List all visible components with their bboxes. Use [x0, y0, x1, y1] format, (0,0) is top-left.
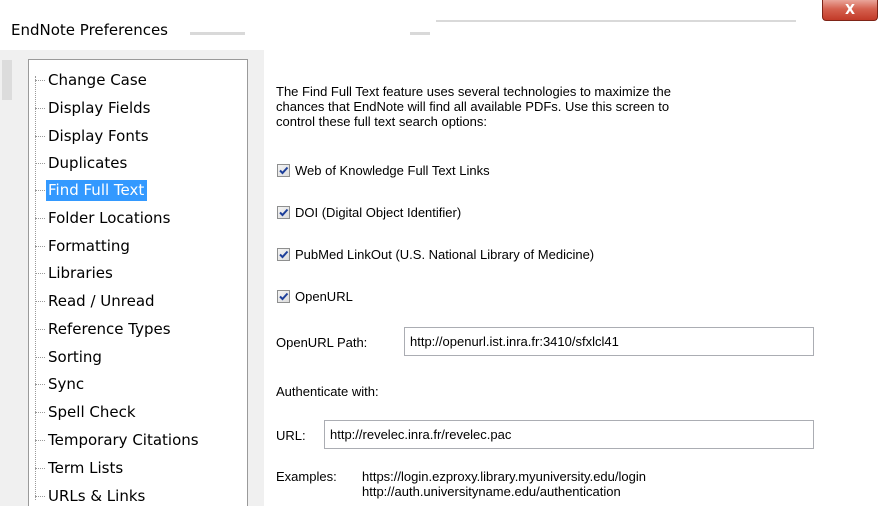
tree-branch-line [35, 496, 45, 497]
sidebar-item-label: Spell Check [48, 403, 136, 421]
authentication-url-input[interactable]: http://revelec.inra.fr/revelec.pac [324, 420, 814, 449]
background-artifact [2, 60, 12, 100]
checkbox-checked-icon[interactable] [277, 247, 290, 261]
tree-branch-line [35, 301, 45, 302]
checkbox-checked-icon[interactable] [277, 289, 290, 303]
tree-branch-line [35, 357, 45, 358]
example-url: https://login.ezproxy.library.myuniversi… [362, 469, 646, 484]
checkbox-checked-icon[interactable] [277, 205, 290, 219]
sidebar-item-read-unread[interactable]: Read / Unread [35, 291, 245, 312]
examples-list: https://login.ezproxy.library.myuniversi… [362, 469, 646, 499]
sidebar-item-urls-links[interactable]: URLs & Links [35, 486, 245, 506]
sidebar-item-label: Display Fonts [48, 127, 149, 145]
sidebar-item-label: Temporary Citations [48, 431, 199, 449]
tree-branch-line [35, 329, 45, 330]
web-of-knowledge-checkbox[interactable]: Web of Knowledge Full Text Links [277, 162, 490, 178]
sidebar-item-label: Sync [48, 375, 85, 393]
openurl-path-input[interactable]: http://openurl.ist.inra.fr:3410/sfxlcl41 [404, 327, 814, 356]
tree-branch-line [35, 412, 45, 413]
tree-branch-line [35, 163, 45, 164]
background-artifact [190, 32, 245, 35]
sidebar-item-duplicates[interactable]: Duplicates [35, 153, 245, 174]
doi-checkbox[interactable]: DOI (Digital Object Identifier) [277, 204, 461, 220]
tree-branch-line [35, 384, 45, 385]
background-artifact [436, 20, 796, 22]
examples-label: Examples: [276, 469, 337, 484]
sidebar-item-label: Duplicates [48, 154, 128, 172]
checkbox-label: Web of Knowledge Full Text Links [295, 162, 490, 178]
sidebar-item-label: Folder Locations [48, 209, 171, 227]
sidebar-item-label: Display Fields [48, 99, 151, 117]
close-icon: X [844, 2, 856, 18]
sidebar-item-change-case[interactable]: Change Case [35, 70, 245, 91]
checkbox-checked-icon[interactable] [277, 163, 290, 177]
window-frame-left [0, 50, 28, 506]
tree-branch-line [35, 108, 45, 109]
description-line: control these full text search options: [276, 114, 488, 129]
sidebar-item-spell-check[interactable]: Spell Check [35, 402, 245, 423]
sidebar-item-label: URLs & Links [48, 487, 146, 505]
pane-divider [248, 50, 264, 506]
openurl-path-label: OpenURL Path: [276, 335, 368, 350]
sidebar-item-formatting[interactable]: Formatting [35, 236, 245, 257]
tree-branch-line [35, 136, 45, 137]
sidebar-item-label: Reference Types [48, 320, 171, 338]
feature-description: The Find Full Text feature uses several … [276, 84, 786, 129]
tree-branch-line [35, 218, 45, 219]
background-artifact [410, 32, 430, 35]
tree-branch-line [35, 80, 45, 81]
sidebar-item-temporary-citations[interactable]: Temporary Citations [35, 430, 245, 451]
tree-branch-line [35, 190, 45, 191]
sidebar-item-find-full-text[interactable]: Find Full Text [35, 180, 245, 201]
sidebar-item-label: Change Case [48, 71, 147, 89]
url-label: URL: [276, 428, 306, 443]
close-button[interactable]: X [822, 0, 878, 21]
sidebar-item-sorting[interactable]: Sorting [35, 347, 245, 368]
tree-branch-line [35, 440, 45, 441]
sidebar-item-label: Sorting [48, 348, 102, 366]
sidebar-item-libraries[interactable]: Libraries [35, 263, 245, 284]
sidebar-item-label: Find Full Text [46, 180, 148, 201]
openurl-checkbox[interactable]: OpenURL [277, 288, 353, 304]
checkbox-label: PubMed LinkOut (U.S. National Library of… [295, 246, 595, 262]
description-line: The Find Full Text feature uses several … [276, 84, 672, 99]
window-title: EndNote Preferences [11, 21, 169, 39]
sidebar-item-label: Read / Unread [48, 292, 155, 310]
checkbox-label: OpenURL [295, 288, 353, 304]
sidebar-item-label: Formatting [48, 237, 130, 255]
sidebar-item-reference-types[interactable]: Reference Types [35, 319, 245, 340]
tree-branch-line [35, 246, 45, 247]
title-bar: EndNote Preferences [0, 0, 889, 50]
preferences-category-tree[interactable]: Change Case Display Fields Display Fonts Du… [28, 59, 248, 506]
checkbox-label: DOI (Digital Object Identifier) [295, 204, 462, 220]
sidebar-item-folder-locations[interactable]: Folder Locations [35, 208, 245, 229]
sidebar-item-label: Term Lists [48, 459, 124, 477]
tree-branch-line [35, 273, 45, 274]
description-line: chances that EndNote will find all avail… [276, 99, 670, 114]
pubmed-linkout-checkbox[interactable]: PubMed LinkOut (U.S. National Library of… [277, 246, 594, 262]
authenticate-with-label: Authenticate with: [276, 384, 379, 399]
sidebar-item-display-fonts[interactable]: Display Fonts [35, 126, 245, 147]
sidebar-item-term-lists[interactable]: Term Lists [35, 458, 245, 479]
sidebar-item-display-fields[interactable]: Display Fields [35, 98, 245, 119]
sidebar-item-sync[interactable]: Sync [35, 374, 245, 395]
tree-branch-line [35, 468, 45, 469]
sidebar-item-label: Libraries [48, 264, 113, 282]
example-url: http://auth.universityname.edu/authentic… [362, 484, 621, 499]
